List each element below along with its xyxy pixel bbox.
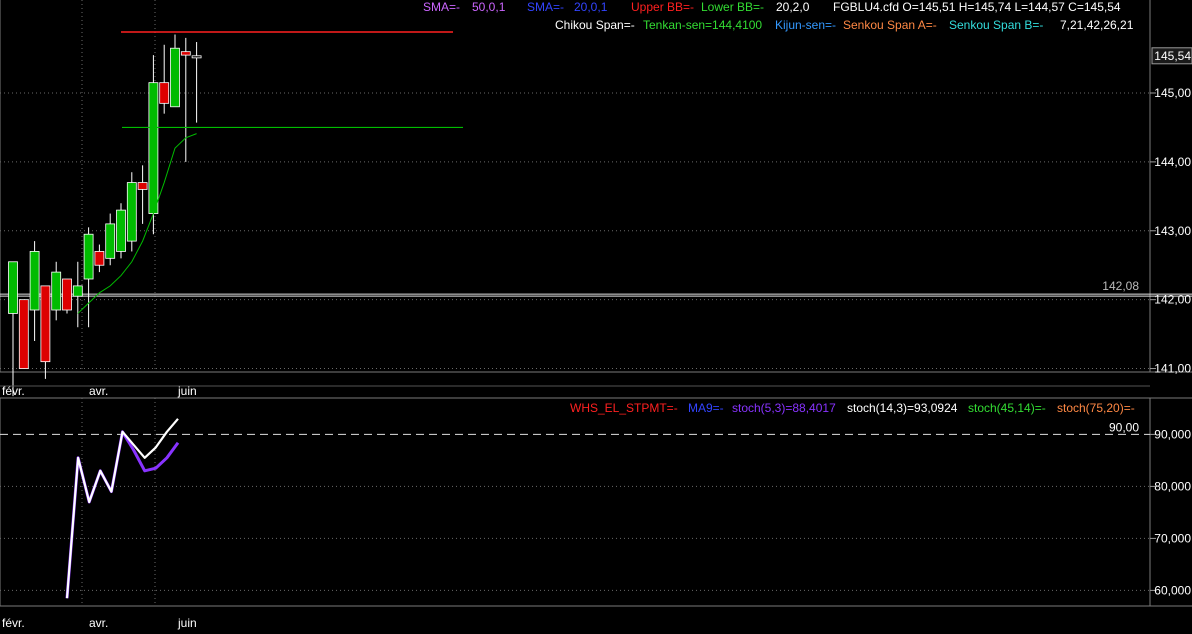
price-legend-item: FGBLU4.cfd O=145,51 H=145,74 L=144,57 C=… bbox=[833, 0, 1121, 14]
candle bbox=[148, 55, 159, 235]
price-tick-label: 145,00 bbox=[1154, 86, 1191, 100]
stoch-tick-label: 60,000 bbox=[1154, 583, 1191, 597]
price-legend-item: SMA=- bbox=[423, 0, 460, 14]
x-label-juin: juin bbox=[177, 384, 197, 398]
candle-body bbox=[40, 285, 51, 363]
stoch-level-label: 90,00 bbox=[1109, 420, 1139, 434]
candle bbox=[105, 213, 116, 266]
stoch-tick-label: 70,000 bbox=[1154, 531, 1191, 545]
candle-body bbox=[126, 182, 137, 242]
candle bbox=[180, 37, 191, 162]
candle bbox=[18, 299, 29, 369]
stoch-legend-item: stoch(45,14)=- bbox=[968, 401, 1046, 415]
candle bbox=[170, 34, 180, 108]
candle bbox=[72, 261, 83, 328]
candle bbox=[137, 165, 148, 224]
candle-body bbox=[62, 278, 72, 311]
price-legend-item: 50,0,1 bbox=[472, 0, 506, 14]
candle-body bbox=[180, 51, 191, 56]
candle-body bbox=[72, 285, 83, 297]
price-candles bbox=[8, 34, 202, 397]
price-legend-item: Upper BB=- bbox=[631, 0, 694, 14]
candle-body bbox=[105, 223, 116, 259]
candle bbox=[191, 42, 202, 123]
stoch-series bbox=[65, 418, 180, 599]
tenkan-sen-line bbox=[77, 133, 197, 314]
price-legend-item: 20,2,0 bbox=[776, 0, 810, 14]
stoch-grid bbox=[0, 398, 1150, 606]
price-indicator-legend: SMA=- 50,0,1 SMA=- 20,0,1 Upper BB=- Lower BB… bbox=[423, 0, 1134, 32]
candle bbox=[29, 241, 40, 341]
candle-body bbox=[18, 299, 29, 369]
price-tick-label: 142,00 bbox=[1154, 293, 1191, 307]
stoch-legend-item: stoch(75,20)=- bbox=[1057, 401, 1135, 415]
candle-body bbox=[29, 251, 40, 311]
ichimoku-legend-item: Senkou Span B=- bbox=[949, 18, 1043, 32]
price-legend-item: 20,0,1 bbox=[574, 0, 608, 14]
candle-body bbox=[94, 251, 105, 266]
candle-body bbox=[148, 82, 159, 214]
price-x-axis: févr. avr. juin bbox=[0, 384, 1150, 398]
stoch-5-3-line bbox=[65, 430, 180, 599]
price-tick-label: 141,00 bbox=[1154, 362, 1191, 376]
x-label-avr-bottom: avr. bbox=[89, 616, 108, 630]
price-panel: 141,00 142,00 143,00 144,00 145,00 142,08 145,… bbox=[0, 0, 1192, 397]
price-indicator-lines bbox=[77, 31, 463, 314]
reference-line-label: 142,08 bbox=[1102, 279, 1139, 293]
candle bbox=[126, 172, 137, 252]
candle bbox=[62, 278, 72, 314]
price-legend-item: SMA=- bbox=[527, 0, 564, 14]
candle-body bbox=[116, 209, 126, 252]
price-tick-label: 144,00 bbox=[1154, 155, 1191, 169]
price-tick-label: 143,00 bbox=[1154, 224, 1191, 238]
candle-body bbox=[51, 271, 62, 311]
candle-body bbox=[170, 47, 180, 108]
candle bbox=[94, 244, 105, 273]
candle-body bbox=[8, 261, 18, 314]
candle bbox=[116, 203, 126, 259]
stoch-panel: 60,000 70,000 80,000 90,000 90,00 WHS_EL_STP… bbox=[0, 397, 1192, 607]
stoch-legend-item: MA9=- bbox=[688, 401, 724, 415]
stoch-legend-item: stoch(14,3)=93,0924 bbox=[847, 401, 958, 415]
stoch-tick-label: 80,000 bbox=[1154, 479, 1191, 493]
candle-body bbox=[83, 233, 94, 280]
ichimoku-legend-item: Tenkan-sen=144,4100 bbox=[643, 18, 762, 32]
stoch-legend-item: WHS_EL_STPMT=- bbox=[570, 401, 678, 415]
chart-window: 141,00 142,00 143,00 144,00 145,00 142,08 145,… bbox=[0, 0, 1192, 630]
stoch-tick-label: 90,000 bbox=[1154, 427, 1191, 441]
ichimoku-legend-item: Senkou Span A=- bbox=[843, 18, 937, 32]
stoch-legend-item: stoch(5,3)=88,4017 bbox=[732, 401, 836, 415]
ichimoku-legend-item: Chikou Span=- bbox=[555, 18, 635, 32]
x-label-juin-bottom: juin bbox=[177, 616, 197, 630]
ichimoku-legend-item: 7,21,42,26,21 bbox=[1060, 18, 1134, 32]
x-label-fevr-bottom: févr. bbox=[2, 616, 25, 630]
candle bbox=[40, 285, 51, 379]
candle-body bbox=[159, 82, 170, 104]
last-price-label: 145,54 bbox=[1154, 49, 1191, 63]
price-y-axis: 141,00 142,00 143,00 144,00 145,00 142,08 145,… bbox=[1102, 47, 1192, 376]
candle bbox=[51, 261, 62, 321]
ichimoku-legend-item: Kijun-sen=- bbox=[775, 18, 836, 32]
stoch-x-axis: févr. avr. juin bbox=[2, 616, 197, 630]
x-label-fevr: févr. bbox=[2, 384, 25, 398]
candle-body bbox=[137, 182, 148, 190]
candle bbox=[83, 227, 94, 328]
candle bbox=[8, 261, 18, 397]
stoch-14-3-line bbox=[65, 418, 179, 599]
candle bbox=[159, 44, 170, 114]
price-legend-item: Lower BB=- bbox=[701, 0, 764, 14]
candle-body bbox=[191, 55, 202, 59]
stoch-indicator-legend: WHS_EL_STPMT=- MA9=- stoch(5,3)=88,4017 sto… bbox=[570, 401, 1135, 415]
x-label-avr: avr. bbox=[89, 384, 108, 398]
